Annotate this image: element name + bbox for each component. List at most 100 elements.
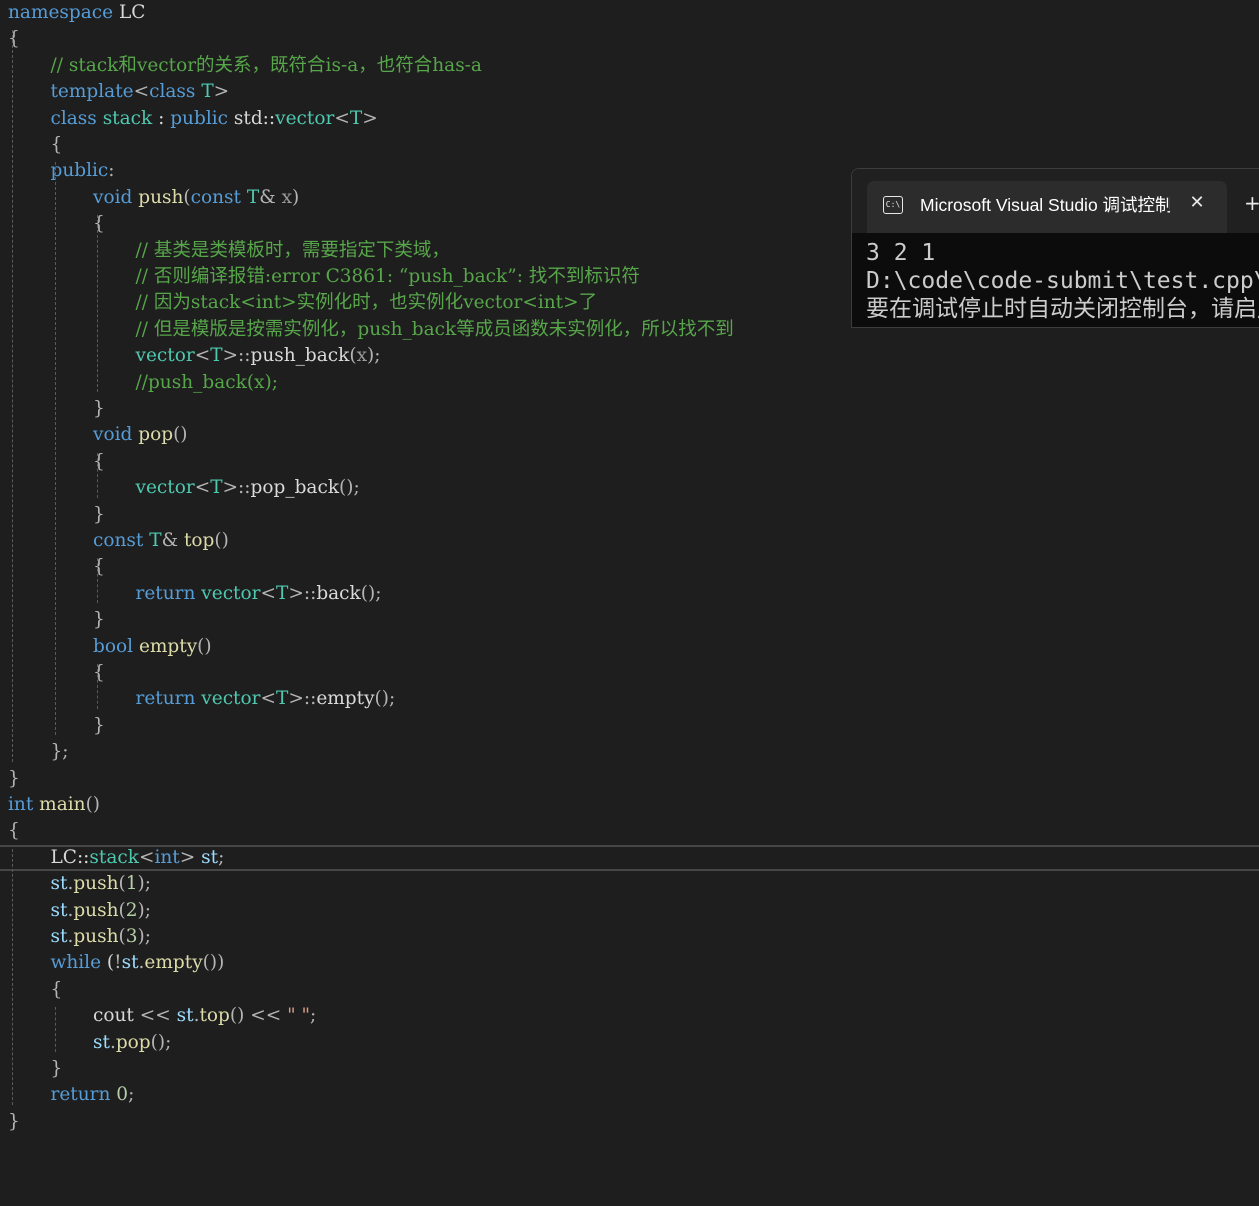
new-tab-icon[interactable]: + — [1244, 191, 1259, 215]
code-token: ; — [218, 846, 225, 868]
console-tab-title: Microsoft Visual Studio 调试控制台 — [920, 195, 1170, 215]
code-line[interactable]: } — [0, 1056, 1259, 1082]
code-token: while — [50, 952, 102, 974]
code-token: class — [50, 107, 97, 129]
code-line[interactable]: template<class T> — [0, 79, 1259, 105]
code-token: class — [149, 81, 196, 103]
code-text: template<class T> — [51, 79, 230, 105]
code-text: }; — [51, 739, 69, 765]
code-text: return vector<T>::empty(); — [136, 686, 396, 712]
code-token: empty — [138, 635, 198, 657]
code-text: int main() — [8, 792, 100, 818]
close-tab-icon[interactable]: ✕ — [1185, 191, 1209, 215]
code-line[interactable]: return 0; — [0, 1082, 1259, 1108]
code-text: namespace LC — [8, 0, 145, 26]
code-token: // 基类是类模板时，需要指定下类域， — [135, 239, 450, 261]
code-token: vector — [275, 107, 335, 129]
indent-guide — [97, 664, 98, 709]
code-token: vector — [201, 688, 261, 710]
code-token: { — [50, 978, 63, 1000]
code-line[interactable]: st.pop(); — [0, 1030, 1259, 1056]
code-text: // 因为stack<int>实例化时，也实例化vector<int>了 — [136, 290, 598, 316]
code-token: LC — [113, 2, 146, 23]
code-line[interactable]: { — [0, 660, 1259, 686]
code-token: x — [281, 186, 293, 208]
code-line[interactable]: return vector<T>::back(); — [0, 581, 1259, 607]
code-token: } — [93, 398, 105, 419]
code-token: >:: — [222, 345, 251, 367]
code-token: < — [260, 688, 276, 710]
code-token: > — [213, 81, 230, 103]
code-line[interactable]: { — [0, 818, 1259, 844]
code-line[interactable]: class stack : public std::vector<T> — [0, 106, 1259, 132]
code-text: st.push(1); — [51, 871, 151, 897]
code-token: public — [170, 107, 229, 129]
code-line[interactable]: int main() — [0, 792, 1259, 818]
code-line[interactable]: } — [0, 766, 1259, 792]
code-line[interactable]: { — [0, 132, 1259, 158]
code-token: (); — [339, 477, 360, 499]
code-token: < — [138, 846, 155, 868]
code-text: void pop() — [93, 422, 188, 448]
code-token: { — [93, 556, 105, 578]
code-token: x — [356, 345, 368, 367]
code-line[interactable]: { — [0, 977, 1259, 1003]
code-token: } — [93, 503, 105, 525]
code-token: ); — [137, 873, 151, 895]
code-line[interactable]: } — [0, 502, 1259, 528]
code-token: << — [250, 1005, 282, 1027]
code-token: { — [93, 662, 105, 683]
code-token: push — [73, 873, 119, 895]
code-token: std:: — [228, 107, 276, 129]
code-line[interactable]: void pop() — [0, 422, 1259, 448]
code-line[interactable]: st.push(3); — [0, 924, 1259, 950]
code-token: < — [194, 345, 211, 367]
code-text: while (!st.empty()) — [51, 950, 225, 976]
code-token: stack — [102, 107, 153, 129]
code-line[interactable]: { — [0, 554, 1259, 580]
console-tab[interactable]: C:\ Microsoft Visual Studio 调试控制台 ✕ — [867, 181, 1227, 233]
code-line[interactable]: } — [0, 396, 1259, 422]
code-line[interactable]: { — [0, 449, 1259, 475]
code-token: 1 — [125, 873, 138, 895]
code-token: >:: — [288, 582, 317, 604]
code-token: ()) — [202, 952, 225, 974]
code-token: public — [50, 160, 109, 182]
code-line[interactable]: } — [0, 1109, 1259, 1135]
debug-console-window[interactable]: C:\ Microsoft Visual Studio 调试控制台 ✕ + 3 … — [851, 168, 1259, 328]
code-line[interactable]: } — [0, 607, 1259, 633]
code-line[interactable]: vector<T>::push_back(x); — [0, 343, 1259, 369]
code-text: { — [93, 554, 105, 580]
code-token: pop_back — [250, 477, 340, 499]
code-token: > — [362, 107, 378, 129]
code-line[interactable]: bool empty() — [0, 634, 1259, 660]
code-line[interactable]: }; — [0, 739, 1259, 765]
code-line[interactable]: LC::stack<int> st; — [0, 844, 1259, 871]
code-token: } — [50, 1058, 63, 1079]
indent-guide — [55, 162, 56, 736]
code-line[interactable]: st.push(1); — [0, 871, 1259, 897]
code-line[interactable]: } — [0, 713, 1259, 739]
code-line[interactable]: // stack和vector的关系，既符合is-a，也符合has-a — [0, 53, 1259, 79]
code-token: // 否则编译报错:error C3861: “push_back”: 找不到标… — [135, 266, 640, 287]
code-token: st — [50, 899, 68, 921]
code-line[interactable]: vector<T>::pop_back(); — [0, 475, 1259, 501]
code-line[interactable]: st.push(2); — [0, 898, 1259, 924]
code-token: " " — [287, 1005, 311, 1027]
console-output-line: D:\code\code-submit\test.cpp\x64\Debug\t… — [866, 268, 1259, 294]
code-line[interactable]: const T& top() — [0, 528, 1259, 554]
code-line[interactable]: { — [0, 26, 1259, 52]
code-line[interactable]: namespace LC — [0, 0, 1259, 26]
code-token: push — [73, 899, 119, 921]
code-token: 0 — [116, 1084, 129, 1106]
code-line[interactable]: return vector<T>::empty(); — [0, 686, 1259, 712]
code-text: public: — [51, 158, 115, 184]
code-line[interactable]: cout << st.top() << " "; — [0, 1003, 1259, 1029]
console-titlebar[interactable]: C:\ Microsoft Visual Studio 调试控制台 ✕ + — [852, 169, 1259, 233]
code-token: ( — [118, 926, 126, 947]
code-token: ( — [118, 873, 126, 895]
code-token: push — [73, 926, 119, 947]
code-line[interactable]: //push_back(x); — [0, 370, 1259, 396]
code-token: vector — [135, 345, 195, 367]
code-line[interactable]: while (!st.empty()) — [0, 950, 1259, 976]
